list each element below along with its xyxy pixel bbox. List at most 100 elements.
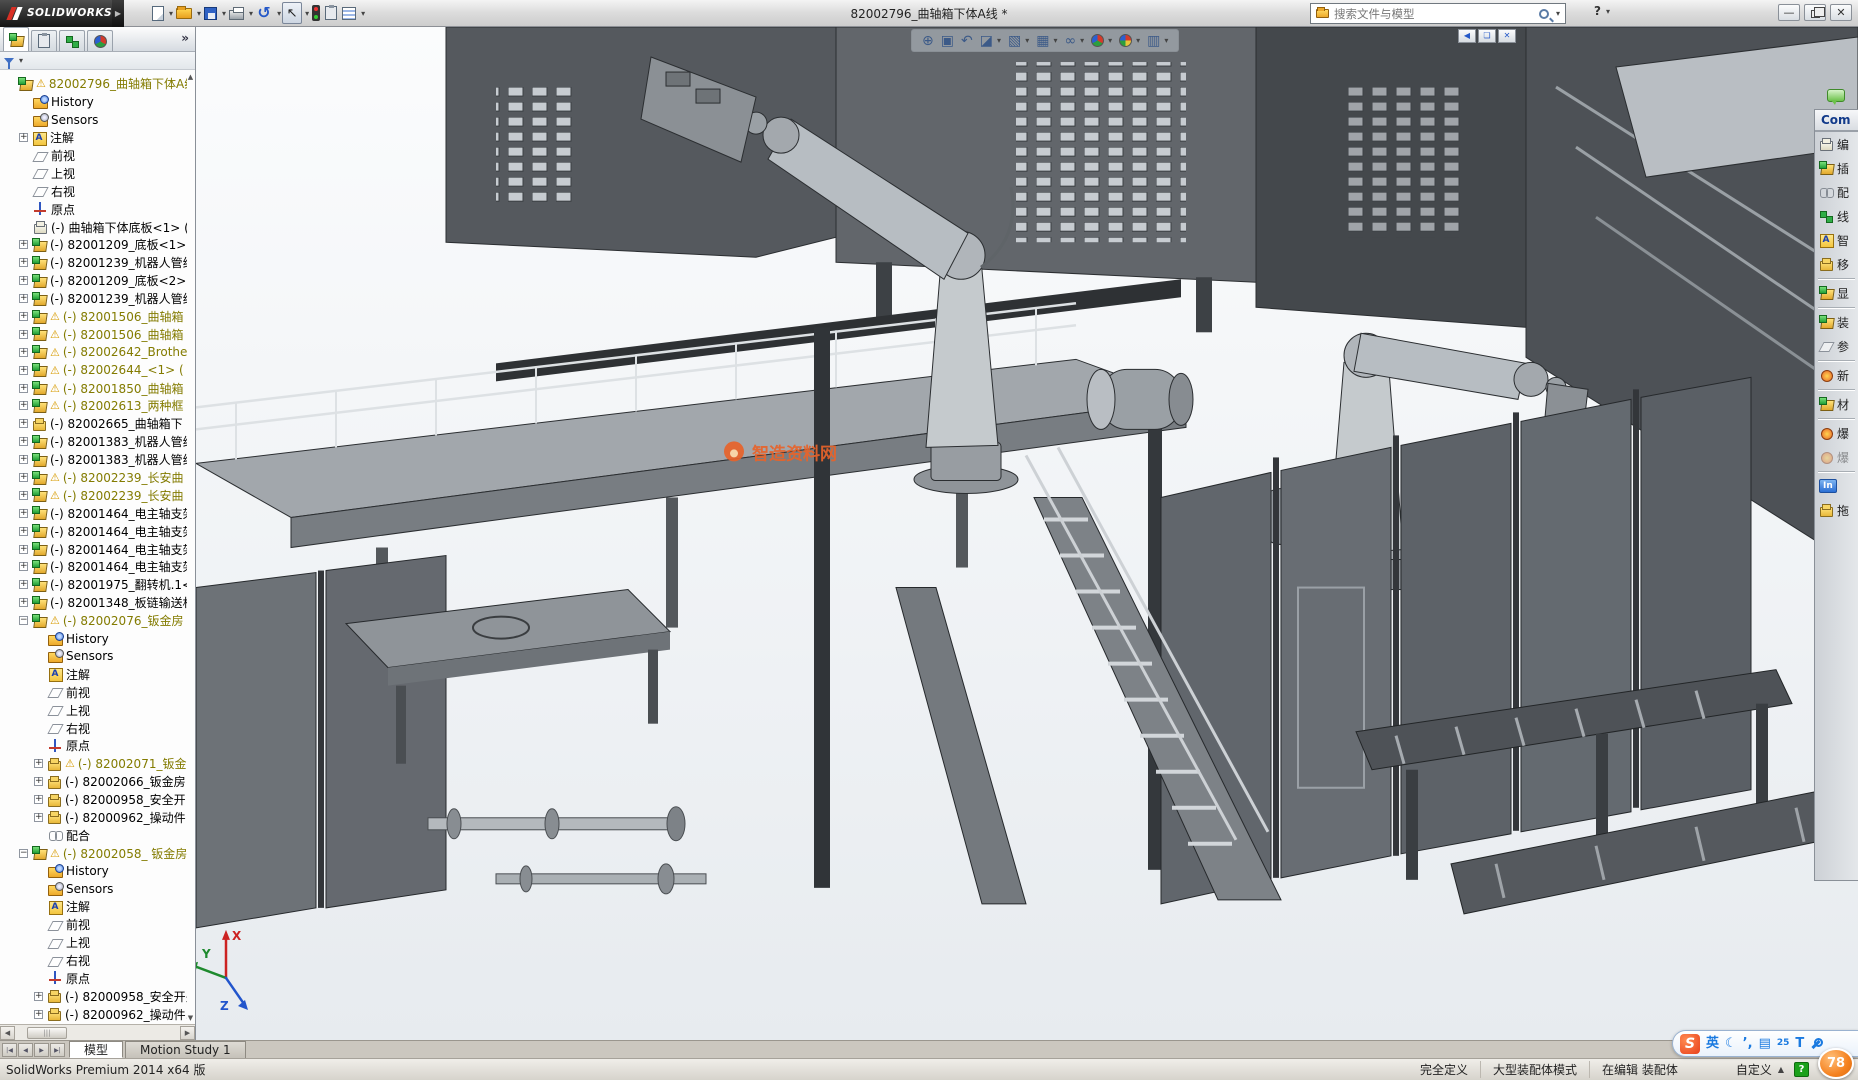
tree-item[interactable]: 配合 xyxy=(0,826,187,844)
tree-item[interactable]: +⚠(-) 82002239_长安曲 xyxy=(0,469,187,487)
tree-item[interactable]: 原点 xyxy=(0,737,187,755)
tree-item[interactable]: +(-) 82001209_底板<1> ( xyxy=(0,236,187,254)
expand-toggle[interactable]: + xyxy=(19,437,28,446)
tree-item[interactable]: −⚠(-) 82002076_钣金房 xyxy=(0,612,187,630)
help-button[interactable]: ? ▾ xyxy=(1594,4,1610,18)
tree-item[interactable]: Sensors xyxy=(0,648,187,666)
expand-toggle[interactable]: + xyxy=(34,759,43,768)
expand-toggle[interactable]: + xyxy=(19,580,28,589)
tree-item[interactable]: 原点 xyxy=(0,970,187,988)
move-component-button[interactable]: 移 xyxy=(1815,252,1858,276)
tree-item[interactable]: −⚠(-) 82002058_ 钣金房 xyxy=(0,844,187,862)
tab-motion-study[interactable]: Motion Study 1 xyxy=(125,1041,246,1058)
filter-dropdown-icon[interactable]: ▾ xyxy=(19,56,23,65)
tree-item[interactable]: +(-) 82001239_机器人管线 xyxy=(0,290,187,308)
tree-item[interactable]: (-) 曲轴箱下体底板<1> ( xyxy=(0,218,187,236)
graphics-viewport[interactable]: 智造资料网 X Y Z ⊕▣↶◪▾▧▾▦▾∞▾▾▾▥▾ ◀❏✕ Com 编插配线… xyxy=(196,27,1858,1040)
tree-item[interactable]: 上视 xyxy=(0,701,187,719)
tree-item[interactable]: History xyxy=(0,93,187,111)
tree-item[interactable]: +(-) 82001464_电主轴支架 xyxy=(0,522,187,540)
tree-item[interactable]: +(-) 82001975_翻转机.1<1 xyxy=(0,576,187,594)
comment-bubble-icon[interactable] xyxy=(1827,89,1845,102)
tree-item[interactable]: +(-) 82001464_电主轴支架 xyxy=(0,558,187,576)
expand-toggle[interactable]: − xyxy=(19,849,28,858)
expand-toggle[interactable]: + xyxy=(19,527,28,536)
expand-toggle[interactable]: + xyxy=(19,258,28,267)
exploded-view-button[interactable]: 爆 xyxy=(1815,421,1858,445)
search-input[interactable]: 搜索文件与模型 xyxy=(1334,6,1534,22)
close-button[interactable]: ✕ xyxy=(1830,4,1852,21)
tree-item[interactable]: +(-) 82001239_机器人管线 xyxy=(0,254,187,272)
close-document-button[interactable]: ✕ xyxy=(1498,29,1516,43)
expand-toggle[interactable]: + xyxy=(19,330,28,339)
linear-component-pattern-button[interactable]: 线 xyxy=(1815,204,1858,228)
options-button[interactable] xyxy=(340,2,358,24)
tree-scroll-down[interactable]: ▼ xyxy=(186,1014,195,1022)
tree-item[interactable]: +(-) 82002665_曲轴箱下 xyxy=(0,415,187,433)
search-icon[interactable] xyxy=(1539,9,1549,19)
expand-toggle[interactable]: + xyxy=(19,240,28,249)
expand-toggle[interactable]: + xyxy=(34,813,43,822)
tab-propertymanager[interactable] xyxy=(31,30,57,51)
previous-view-button[interactable]: ↶ xyxy=(961,34,973,48)
menu-expand-arrow[interactable]: ▶ xyxy=(112,0,124,27)
tree-item[interactable]: ⚠82002796_曲轴箱下体A线 xyxy=(0,75,187,93)
ime-status-ball[interactable]: 78 xyxy=(1818,1048,1854,1079)
sogou-logo-icon[interactable]: S xyxy=(1680,1034,1700,1054)
zoom-to-area-button[interactable]: ▣ xyxy=(941,34,954,48)
bill-of-materials-button[interactable]: 材 xyxy=(1815,392,1858,416)
hscroll-thumb[interactable]: ||| xyxy=(27,1027,67,1039)
tree-item[interactable]: +(-) 82001464_电主轴支架 xyxy=(0,540,187,558)
instant3d-button[interactable]: In xyxy=(1815,474,1858,498)
tree-item[interactable]: Sensors xyxy=(0,880,187,898)
expand-toggle[interactable]: + xyxy=(19,509,28,518)
edit-component-button[interactable]: 编 xyxy=(1815,132,1858,156)
expand-toggle[interactable]: + xyxy=(19,491,28,500)
select-dropdown-icon[interactable]: ▾ xyxy=(305,9,309,18)
tree-item[interactable]: +(-) 82001464_电主轴支架 xyxy=(0,504,187,522)
tree-item[interactable]: 右视 xyxy=(0,952,187,970)
tree-item[interactable]: +(-) 82000958_安全开关 xyxy=(0,987,187,1005)
tab-featuremanager[interactable] xyxy=(3,27,29,51)
assembly-features-button[interactable]: 装 xyxy=(1815,310,1858,334)
edit-appearance-button[interactable]: ▾ xyxy=(1091,34,1112,47)
tab-nav-last-button[interactable]: ▶| xyxy=(50,1043,65,1057)
drag-button[interactable]: 拖 xyxy=(1815,498,1858,522)
tree-item[interactable]: 上视 xyxy=(0,164,187,182)
tree-item[interactable]: +(-) 82002066_钣金房 xyxy=(0,773,187,791)
new-motion-study-button[interactable]: 新 xyxy=(1815,363,1858,387)
tree-item[interactable]: 原点 xyxy=(0,200,187,218)
new-document-button[interactable] xyxy=(150,2,166,24)
tree-item[interactable]: +注解 xyxy=(0,129,187,147)
expand-toggle[interactable]: − xyxy=(19,616,28,625)
apply-scene-button[interactable]: ▾ xyxy=(1119,34,1140,47)
file-properties-button[interactable] xyxy=(323,2,339,24)
tree-item[interactable]: +⚠(-) 82002071_钣金 xyxy=(0,755,187,773)
display-style-button[interactable]: ▦▾ xyxy=(1036,34,1057,48)
tree-item[interactable]: 前视 xyxy=(0,147,187,165)
tree-item[interactable]: History xyxy=(0,862,187,880)
tab-displaymanager[interactable] xyxy=(87,30,113,51)
save-button[interactable] xyxy=(202,2,219,24)
zoom-to-fit-button[interactable]: ⊕ xyxy=(922,34,934,48)
tree-horizontal-scrollbar[interactable]: ◀ ||| ▶ xyxy=(0,1024,195,1040)
tree-item[interactable]: +⚠(-) 82001850_曲轴箱 xyxy=(0,379,187,397)
hscroll-right-arrow[interactable]: ▶ xyxy=(180,1026,195,1040)
expand-toggle[interactable]: + xyxy=(19,419,28,428)
filter-funnel-icon[interactable] xyxy=(4,58,14,64)
view-orientation-button[interactable]: ▧▾ xyxy=(1008,34,1029,48)
smart-fasteners-button[interactable]: 智 xyxy=(1815,228,1858,252)
tree-item[interactable]: +⚠(-) 82002644_<1> ( xyxy=(0,361,187,379)
tree-item[interactable]: 右视 xyxy=(0,719,187,737)
expand-toggle[interactable]: + xyxy=(19,276,28,285)
tree-item[interactable]: +⚠(-) 82002642_Brothe xyxy=(0,343,187,361)
soft-keyboard-icon[interactable]: ▤ xyxy=(1759,1037,1771,1050)
undo-dropdown-icon[interactable]: ▾ xyxy=(277,9,281,18)
tab-nav-prev-button[interactable]: ◀ xyxy=(18,1043,33,1057)
tab-nav-next-button[interactable]: ▶ xyxy=(34,1043,49,1057)
expand-toggle[interactable]: + xyxy=(19,348,28,357)
tree-item[interactable]: Sensors xyxy=(0,111,187,129)
expand-toggle[interactable]: + xyxy=(19,401,28,410)
print-button[interactable] xyxy=(227,2,246,24)
expand-toggle[interactable]: + xyxy=(19,455,28,464)
